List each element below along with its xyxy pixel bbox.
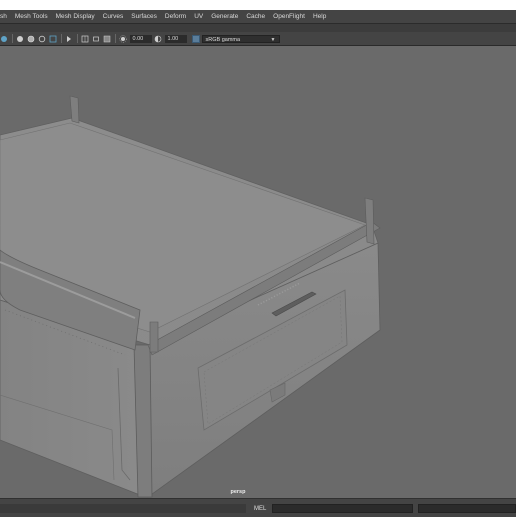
- wireframe-icon[interactable]: [27, 35, 35, 43]
- color-management-icon[interactable]: [191, 34, 200, 43]
- resolution-gate-icon[interactable]: [92, 35, 100, 43]
- isolate-icon[interactable]: [65, 35, 73, 43]
- menu-cache[interactable]: Cache: [242, 10, 269, 23]
- smooth-icon[interactable]: [38, 35, 46, 43]
- help-line: [0, 504, 246, 513]
- viewport-toolbar: 0.00 1.00 sRGB gamma ▼: [0, 32, 516, 46]
- exposure-icon[interactable]: [119, 34, 127, 43]
- camera-icon[interactable]: [0, 35, 8, 43]
- menu-mesh[interactable]: sh: [0, 10, 11, 23]
- gamma-icon[interactable]: [154, 35, 162, 43]
- film-gate-icon[interactable]: [103, 35, 111, 43]
- command-result-field: [418, 504, 516, 513]
- grid-icon[interactable]: [81, 35, 89, 43]
- menu-uv[interactable]: UV: [190, 10, 207, 23]
- menu-mesh-display[interactable]: Mesh Display: [52, 10, 99, 23]
- menu-generate[interactable]: Generate: [207, 10, 242, 23]
- toolbar-separator: [76, 34, 78, 43]
- menu-surfaces[interactable]: Surfaces: [127, 10, 161, 23]
- command-input[interactable]: [272, 504, 413, 513]
- menu-curves[interactable]: Curves: [99, 10, 128, 23]
- toolbar-separator: [114, 34, 116, 43]
- exposure-field[interactable]: 0.00: [129, 34, 152, 43]
- main-menubar: sh Mesh Tools Mesh Display Curves Surfac…: [0, 10, 516, 23]
- menu-deform[interactable]: Deform: [161, 10, 190, 23]
- gamma-field[interactable]: 1.00: [164, 34, 187, 43]
- toolbar-separator: [11, 34, 13, 43]
- xray-icon[interactable]: [49, 35, 57, 43]
- toolbar-separator: [60, 34, 62, 43]
- command-language-toggle[interactable]: MEL: [254, 506, 266, 512]
- camera-name-label: persp: [230, 489, 246, 495]
- menu-mesh-tools[interactable]: Mesh Tools: [11, 10, 52, 23]
- color-space-label: sRGB gamma: [205, 36, 241, 43]
- color-space-dropdown[interactable]: sRGB gamma ▼: [201, 34, 280, 43]
- truck-cap-model: [0, 95, 381, 498]
- menu-help[interactable]: Help: [309, 10, 330, 23]
- chevron-down-icon: ▼: [270, 36, 276, 43]
- shaded-icon[interactable]: [16, 35, 24, 43]
- menu-openflight[interactable]: OpenFlight: [269, 10, 309, 23]
- window-top-edge: [0, 0, 516, 10]
- perspective-viewport[interactable]: persp: [0, 46, 516, 498]
- front-right-post: [149, 321, 159, 353]
- command-line-bar: MEL: [0, 498, 516, 517]
